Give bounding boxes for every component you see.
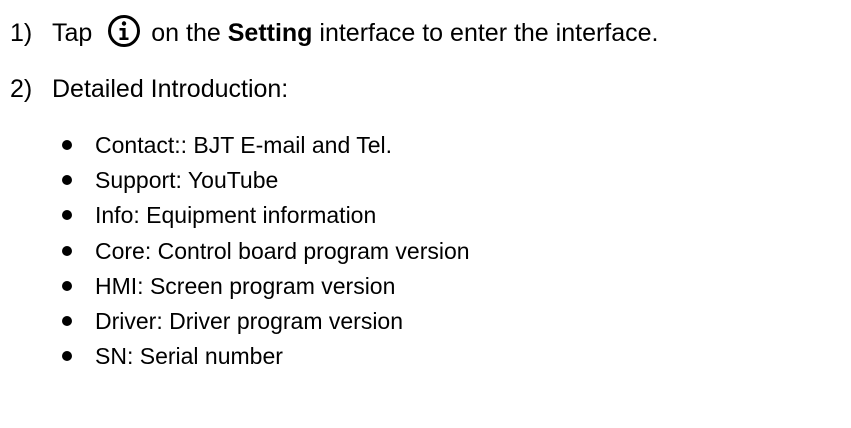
- info-circle-icon: [108, 15, 141, 48]
- list-item-text: Core: Control board program version: [95, 237, 470, 264]
- bullet-icon: [62, 140, 72, 150]
- list-item-text: Driver: Driver program version: [95, 307, 404, 334]
- step-text: Detailed Introduction:: [52, 75, 289, 103]
- step-1: 1) Tap on the Setting interface to enter …: [10, 15, 659, 50]
- list-item-contact: Contact:: BJT E-mail and Tel.: [0, 128, 470, 163]
- bullet-icon: [62, 351, 72, 362]
- list-item-text: SN: Serial number: [95, 343, 283, 370]
- step-text-on-the: on the: [151, 19, 221, 47]
- bullet-icon: [62, 175, 72, 186]
- list-item-support: Support: YouTube: [0, 163, 470, 198]
- bullet-icon: [62, 245, 72, 256]
- step-number: 1): [10, 19, 33, 47]
- list-item-sn: SN: Serial number: [0, 339, 470, 374]
- list-item-core: Core: Control board program version: [0, 234, 470, 269]
- step-text-tap: Tap: [52, 19, 93, 47]
- list-item-text: Info: Equipment information: [95, 202, 377, 229]
- list-item-text: HMI: Screen program version: [95, 272, 396, 299]
- bullet-icon: [62, 280, 72, 291]
- document-page: 1) Tap on the Setting interface to enter …: [0, 0, 851, 428]
- list-item-text: Support: YouTube: [95, 167, 279, 194]
- list-item-info: Info: Equipment information: [0, 198, 470, 233]
- setting-keyword: Setting: [227, 19, 313, 47]
- step-number: 2): [10, 75, 33, 103]
- bullet-icon: [62, 210, 72, 221]
- list-item-driver: Driver: Driver program version: [0, 304, 470, 339]
- list-item-hmi: HMI: Screen program version: [0, 269, 470, 304]
- list-item-text: Contact:: BJT E-mail and Tel.: [95, 132, 393, 158]
- bullet-icon: [62, 315, 72, 326]
- details-list: Contact:: BJT E-mail and Tel. Support: Y…: [0, 128, 470, 374]
- step-2: 2) Detailed Introduction:: [10, 72, 288, 106]
- step-text-rest: interface to enter the interface.: [319, 19, 659, 47]
